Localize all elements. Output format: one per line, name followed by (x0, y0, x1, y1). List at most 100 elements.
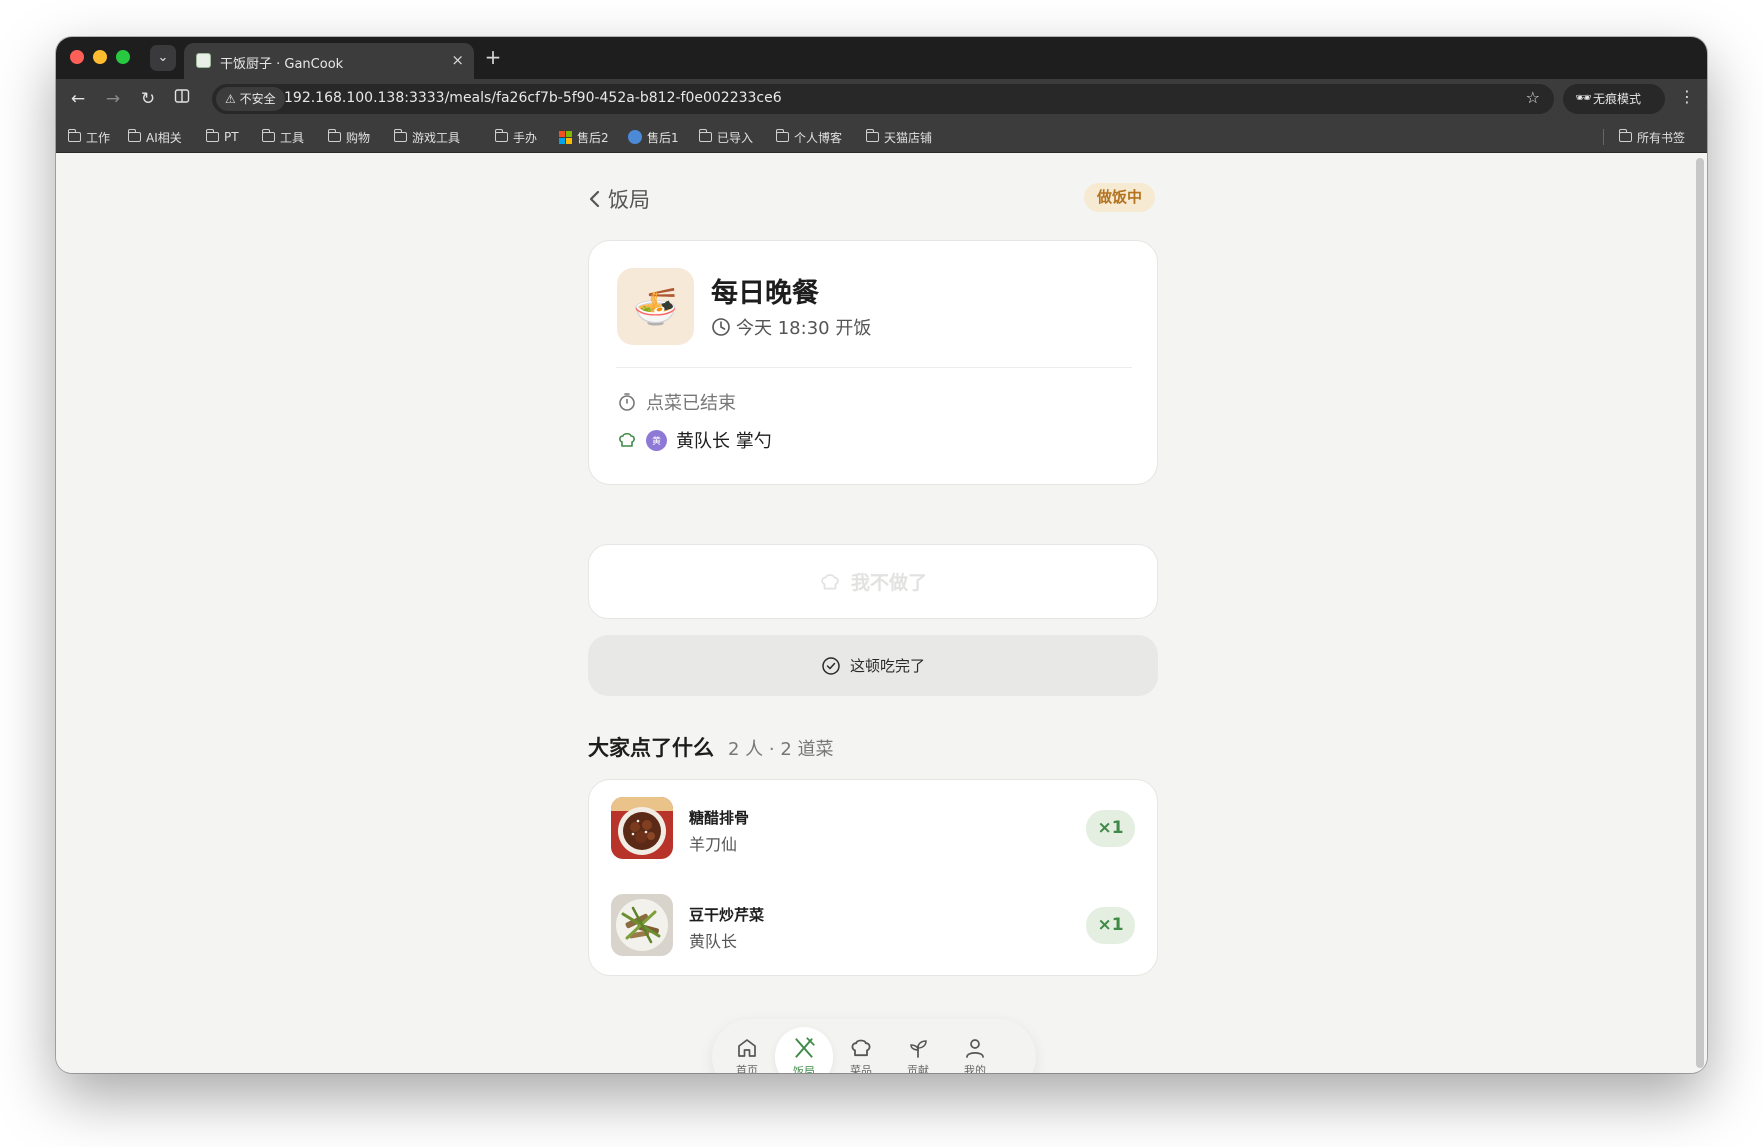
dish-photo (611, 797, 673, 859)
back-link[interactable]: 饭局 (588, 184, 650, 214)
folder-icon (494, 129, 508, 142)
browser-window: ⌄ 干饭厨子 · GanCook × + ← → ↻ ⚠ 不安全 192.168… (56, 37, 1707, 1073)
section-count: 2 人 · 2 道菜 (728, 739, 834, 760)
chef-hat-icon (619, 432, 635, 447)
meal-time: 今天 18:30 开饭 (711, 314, 871, 340)
folder-icon (775, 129, 789, 142)
back-link-label: 饭局 (608, 188, 650, 212)
bookmark-link[interactable]: 售后2 (559, 128, 609, 146)
quantity-badge: ×1 (1086, 810, 1135, 847)
browser-tab[interactable]: 干饭厨子 · GanCook × (184, 43, 474, 79)
chevron-left-icon (589, 190, 600, 208)
ordering-status-text: 点菜已结束 (646, 393, 736, 414)
meal-time-text: 今天 18:30 开饭 (736, 318, 872, 339)
security-indicator[interactable]: ⚠ 不安全 (216, 87, 285, 111)
browser-toolbar: ← → ↻ ⚠ 不安全 192.168.100.138:3333/meals/f… (56, 79, 1707, 119)
nav-label: 饭局 (793, 1065, 815, 1073)
bookmark-folder[interactable]: 购物 (327, 128, 371, 146)
dish-orderer: 羊刀仙 (689, 835, 738, 854)
bookmarks-divider (1603, 129, 1604, 145)
reload-icon[interactable]: ↻ (136, 87, 160, 111)
folder-icon (205, 129, 219, 142)
nav-item-dishes[interactable]: 菜品 (832, 1027, 890, 1073)
status-badge: 做饭中 (1084, 183, 1156, 212)
meal-info-card: 🍜 每日晚餐 今天 18:30 开饭 点菜已结束 黄 黄队长 掌勺 (588, 240, 1158, 485)
bookmark-label: 个人博客 (794, 130, 843, 145)
stopwatch-icon (619, 393, 635, 411)
minimize-window-button[interactable] (93, 50, 107, 64)
tofu-celery-photo (611, 894, 673, 956)
tab-title: 干饭厨子 · GanCook (220, 57, 344, 72)
bookmark-folder[interactable]: PT (205, 128, 239, 146)
finish-meal-button[interactable]: 这顿吃完了 (588, 635, 1158, 696)
more-menu-icon[interactable]: ⋮ (1679, 87, 1695, 106)
nav-item-meals[interactable]: 饭局 (775, 1027, 833, 1073)
dish-photo (611, 894, 673, 956)
back-arrow-icon[interactable]: ← (66, 87, 90, 111)
nav-label: 菜品 (850, 1064, 872, 1073)
nav-item-contribute[interactable]: 贡献 (889, 1027, 947, 1073)
address-bar[interactable]: ⚠ 不安全 192.168.100.138:3333/meals/fa26cf7… (212, 84, 1554, 114)
dish-orderer: 黄队长 (689, 932, 738, 951)
bookmark-folder[interactable]: AI相关 (127, 128, 182, 146)
nav-item-mine[interactable]: 我的 (946, 1027, 1004, 1073)
folder-icon (1618, 129, 1632, 142)
bottom-nav: 首页 饭局 菜品 贡献 我的 (712, 1019, 1036, 1073)
bookmarks-bar: 工作 AI相关 PT 工具 购物 游戏工具 手办 售后2 售后1 已导入 个人博… (56, 119, 1707, 153)
incognito-icon: 🕶 (1575, 91, 1592, 106)
microsoft-logo-icon (559, 130, 572, 144)
sweet-sour-ribs-photo (611, 797, 673, 859)
meal-icon: 🍜 (617, 268, 694, 345)
incognito-label: 无痕模式 (1593, 92, 1642, 106)
folder-icon (67, 129, 81, 142)
sprout-icon (910, 1040, 927, 1058)
nav-item-home[interactable]: 首页 (718, 1027, 776, 1073)
bookmark-label: 售后1 (647, 130, 679, 145)
bookmark-link[interactable]: 售后1 (628, 128, 679, 146)
page-scrollbar[interactable] (1696, 158, 1704, 1068)
check-circle-icon (822, 656, 840, 675)
bookmark-label: PT (224, 130, 239, 144)
tab-search-button[interactable]: ⌄ (150, 45, 176, 71)
utensils-icon (795, 1037, 815, 1058)
chef-info: 黄 黄队长 掌勺 (617, 427, 772, 453)
quit-cooking-button[interactable]: 我不做了 (588, 544, 1158, 619)
tab-close-icon[interactable]: × (451, 51, 464, 69)
bookmark-folder[interactable]: 已导入 (698, 128, 753, 146)
bookmark-label: 所有书签 (1637, 130, 1686, 145)
page-viewport: 饭局 做饭中 🍜 每日晚餐 今天 18:30 开饭 点菜已结束 黄 黄队长 掌勺 (56, 154, 1707, 1073)
folder-icon (261, 129, 275, 142)
bookmark-folder[interactable]: 手办 (494, 128, 537, 146)
bookmark-label: AI相关 (146, 130, 182, 145)
all-bookmarks-folder[interactable]: 所有书签 (1618, 128, 1686, 146)
nav-label: 我的 (964, 1064, 986, 1073)
close-window-button[interactable] (70, 50, 84, 64)
bookmark-folder[interactable]: 天猫店铺 (865, 128, 933, 146)
bookmark-folder[interactable]: 游戏工具 (393, 128, 461, 146)
split-view-icon[interactable] (170, 87, 194, 111)
list-item[interactable]: 糖醋排骨 羊刀仙 ×1 (589, 780, 1157, 877)
divider (616, 367, 1132, 368)
list-item[interactable]: 豆干炒芹菜 黄队长 ×1 (589, 877, 1157, 974)
bookmark-star-icon[interactable]: ☆ (1526, 88, 1540, 107)
avatar[interactable]: 黄 (646, 429, 667, 451)
incognito-indicator[interactable]: 🕶 无痕模式 (1563, 84, 1665, 114)
new-tab-button[interactable]: + (480, 45, 506, 69)
tab-strip: ⌄ 干饭厨子 · GanCook × + (56, 37, 1707, 79)
bookmark-label: 天猫店铺 (884, 130, 933, 145)
forward-arrow-icon[interactable]: → (101, 87, 125, 111)
bookmark-folder[interactable]: 工作 (67, 128, 110, 146)
quantity-badge: ×1 (1086, 907, 1135, 944)
bookmark-folder[interactable]: 工具 (261, 128, 304, 146)
bookmark-label: 购物 (346, 130, 371, 145)
orders-section-header: 大家点了什么 2 人 · 2 道菜 (588, 732, 834, 762)
ordering-status: 点菜已结束 (617, 389, 736, 415)
clock-icon (712, 318, 730, 336)
bookmark-folder[interactable]: 个人博客 (775, 128, 843, 146)
folder-icon (698, 129, 712, 142)
folder-icon (327, 129, 341, 142)
bookmark-label: 售后2 (577, 130, 609, 145)
maximize-window-button[interactable] (116, 50, 130, 64)
bookmark-label: 游戏工具 (412, 130, 461, 145)
url-text[interactable]: 192.168.100.138:3333/meals/fa26cf7b-5f90… (284, 90, 782, 106)
